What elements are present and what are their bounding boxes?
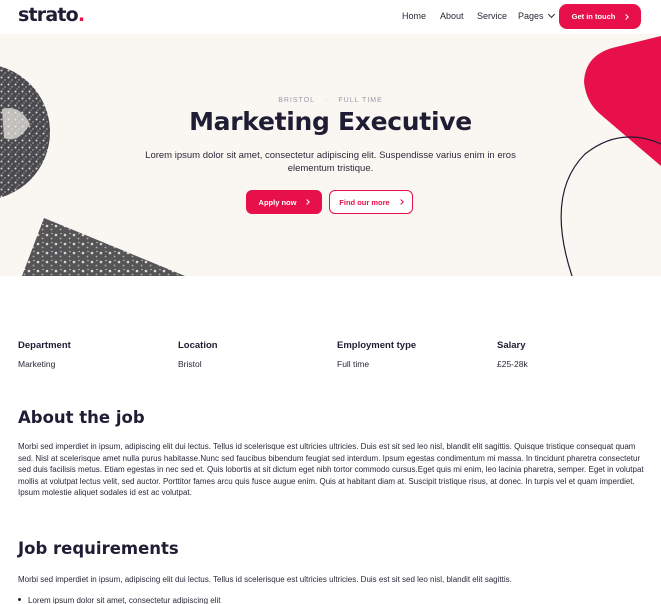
- logo-text: strato: [18, 4, 79, 26]
- chevron-down-icon: [547, 10, 555, 19]
- detail-label: Salary: [497, 340, 526, 351]
- nav-service[interactable]: Service: [477, 11, 507, 21]
- about-heading: About the job: [18, 408, 145, 427]
- job-type-tag: FULL TIME: [338, 97, 383, 104]
- detail-value: £25-28k: [497, 359, 528, 369]
- detail-salary: Salary £25-28k: [497, 340, 528, 369]
- list-item: Lorem ipsum dolor sit amet, consectetur …: [18, 596, 221, 604]
- detail-location: Location Bristol: [178, 340, 218, 369]
- hero-description: Lorem ipsum dolor sit amet, consectetur …: [145, 150, 516, 174]
- apply-now-button[interactable]: Apply now: [246, 190, 322, 214]
- find-out-more-label: Find our more: [339, 197, 390, 207]
- page-title: Marketing Executive: [189, 107, 472, 136]
- requirements-list: Lorem ipsum dolor sit amet, consectetur …: [18, 596, 221, 604]
- requirements-heading: Job requirements: [18, 539, 179, 558]
- detail-department: Department Marketing: [18, 340, 71, 369]
- nav-home[interactable]: Home: [402, 11, 426, 21]
- detail-label: Employment type: [337, 340, 417, 351]
- list-item-text: Lorem ipsum dolor sit amet, consectetur …: [28, 596, 221, 604]
- logo[interactable]: strato.: [18, 4, 85, 26]
- get-in-touch-label: Get in touch: [571, 12, 616, 21]
- site-header: strato. Home About Service Pages Get in …: [0, 0, 661, 34]
- bullet-icon: [18, 598, 21, 601]
- detail-value: Full time: [337, 359, 370, 369]
- chevron-right-icon: [397, 199, 404, 205]
- detail-employment-type: Employment type Full time: [337, 340, 416, 369]
- detail-label: Department: [18, 340, 71, 351]
- chevron-right-icon: [304, 199, 311, 205]
- chevron-right-icon: [623, 13, 630, 20]
- requirements-body: Morbi sed imperdiet in ipsum, adipiscing…: [18, 575, 512, 584]
- job-meta: BRISTOL · FULL TIME: [0, 97, 661, 104]
- job-location-tag: BRISTOL: [278, 97, 316, 104]
- outline-arc-shape: [560, 136, 661, 276]
- meta-separator: ·: [325, 97, 329, 104]
- detail-value: Marketing: [18, 359, 56, 369]
- nav-about[interactable]: About: [440, 11, 464, 21]
- detail-label: Location: [178, 340, 218, 351]
- hero-section: BRISTOL · FULL TIME Marketing Executive Lo…: [0, 34, 661, 276]
- about-body: Morbi sed imperdiet in ipsum, adipiscing…: [18, 442, 644, 497]
- apply-now-label: Apply now: [258, 197, 297, 207]
- detail-value: Bristol: [178, 359, 202, 369]
- get-in-touch-button[interactable]: Get in touch: [559, 4, 641, 29]
- find-out-more-button[interactable]: Find our more: [329, 190, 413, 214]
- logo-dot: .: [77, 4, 85, 26]
- textured-triangle-shape: [22, 218, 185, 276]
- nav-pages[interactable]: Pages: [518, 10, 555, 21]
- nav-pages-label: Pages: [518, 11, 544, 21]
